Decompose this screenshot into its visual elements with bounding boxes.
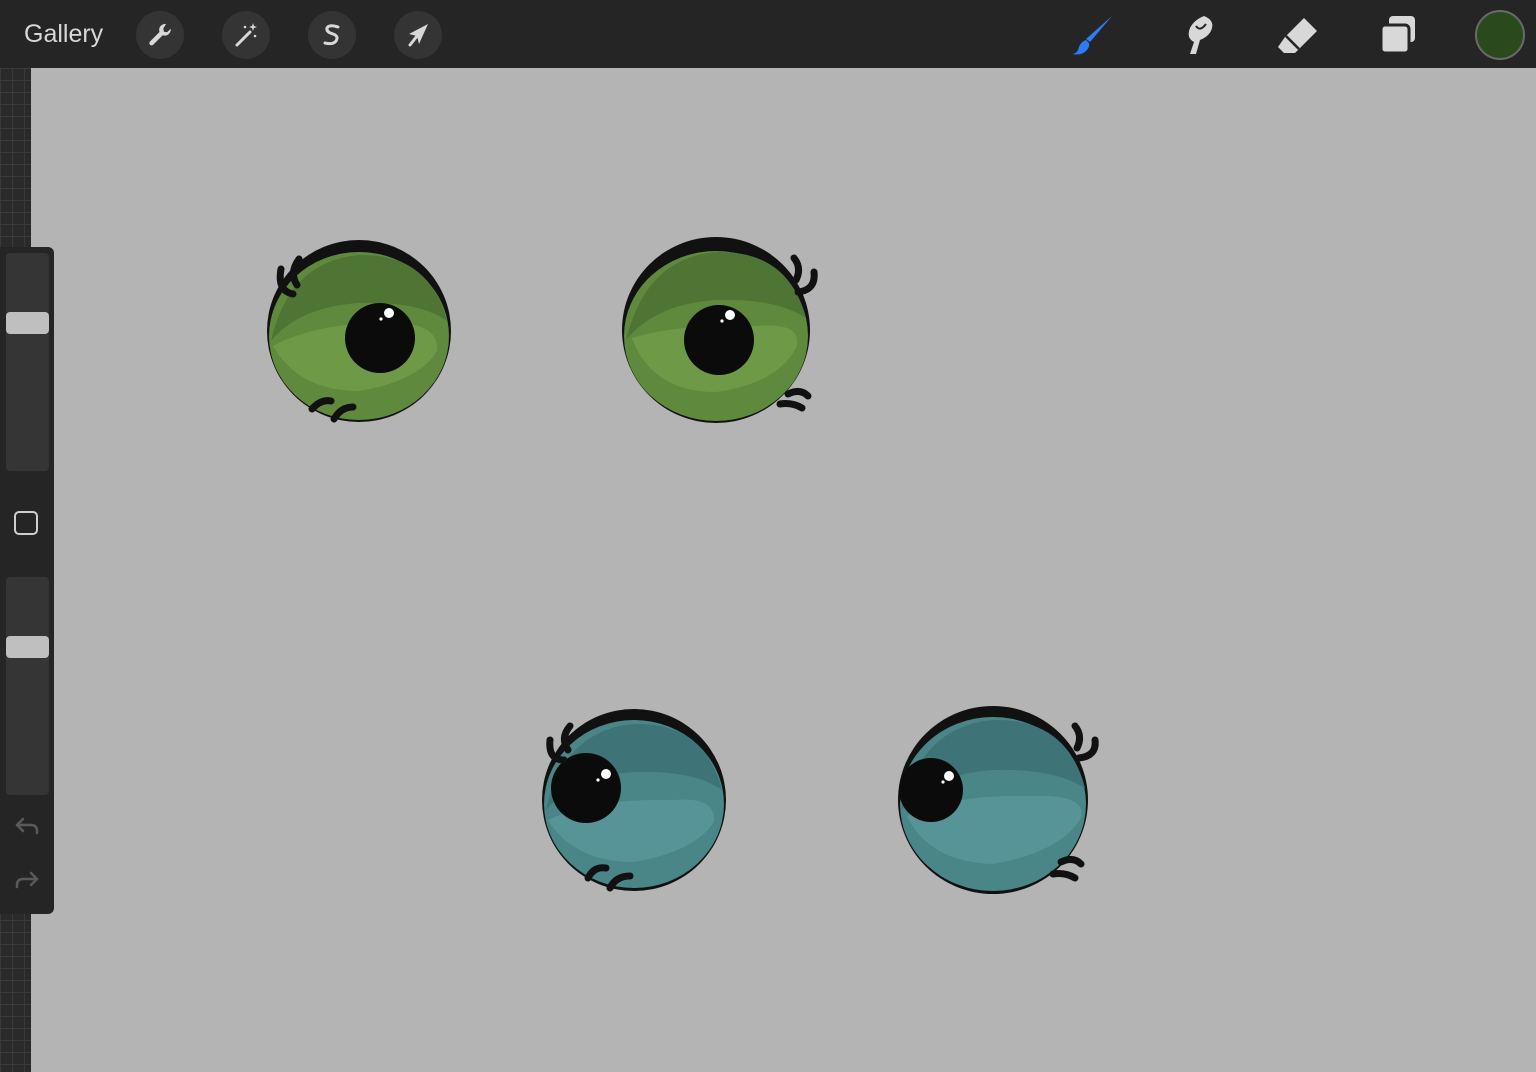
artwork: [267, 237, 1099, 894]
side-bar: [0, 247, 54, 914]
green-eye-right: [622, 237, 818, 423]
smudge-tool-button[interactable]: [1170, 10, 1220, 60]
brush-size-slider[interactable]: [6, 253, 49, 471]
opacity-slider-thumb[interactable]: [6, 636, 49, 658]
teal-eye-left: [542, 709, 726, 892]
top-toolbar: Gallery: [0, 0, 1536, 68]
undo-icon: [15, 817, 39, 835]
wrench-icon: [149, 23, 171, 46]
selection-button[interactable]: [308, 11, 356, 59]
redo-button[interactable]: [13, 867, 41, 893]
layers-icon: [1379, 16, 1415, 55]
magic-wand-icon: [235, 23, 257, 47]
actions-magic-button[interactable]: [222, 11, 270, 59]
eraser-tool-button[interactable]: [1272, 10, 1322, 60]
layers-tool-button[interactable]: [1373, 10, 1423, 60]
smudge-icon: [1188, 16, 1213, 54]
undo-button[interactable]: [13, 813, 41, 839]
brush-tool-button[interactable]: [1068, 10, 1118, 60]
eraser-icon: [1278, 18, 1317, 53]
drawing-canvas[interactable]: [31, 68, 1536, 1072]
transform-button[interactable]: [394, 11, 442, 59]
opacity-slider[interactable]: [6, 577, 49, 795]
selection-s-icon: [323, 24, 340, 46]
redo-icon: [15, 871, 39, 889]
modify-button[interactable]: [14, 511, 38, 535]
procreate-app: Gallery: [0, 0, 1536, 1072]
gallery-button[interactable]: Gallery: [24, 18, 103, 50]
color-picker-swatch[interactable]: [1475, 10, 1525, 60]
brush-size-slider-thumb[interactable]: [6, 312, 49, 334]
teal-eye-right: [898, 706, 1099, 894]
arrow-cursor-icon: [408, 24, 428, 47]
adjustments-button[interactable]: [136, 11, 184, 59]
brush-icon: [1072, 16, 1112, 55]
green-eye-left: [267, 240, 451, 423]
